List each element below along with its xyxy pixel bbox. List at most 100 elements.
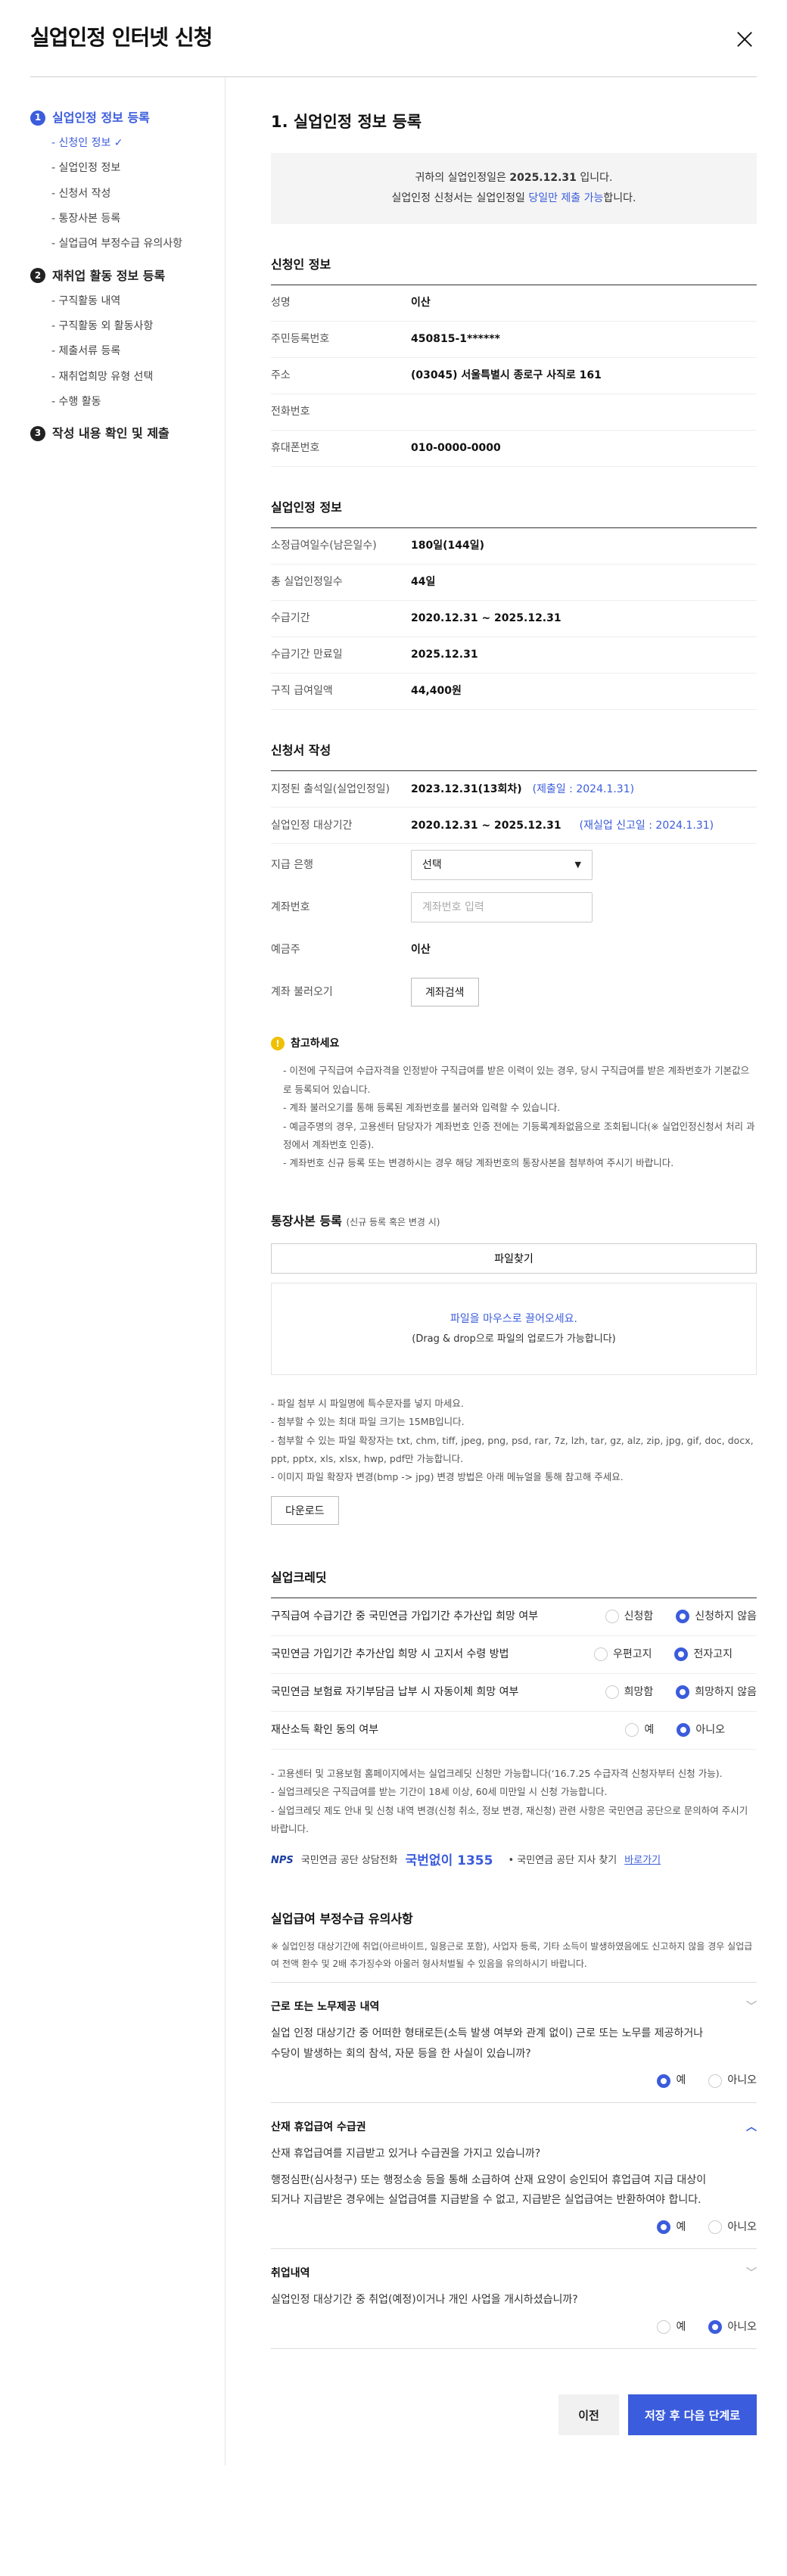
nps-contact: NPS 국민연금 공단 상담전화 국번없이 1355 • 국민연금 공단 지사 … (271, 1852, 757, 1871)
step-label: 작성 내용 확인 및 제출 (52, 426, 170, 441)
radio-option[interactable]: 우편고지 (593, 1647, 652, 1662)
prev-button[interactable]: 이전 (558, 2394, 619, 2436)
accordion-header[interactable]: 취업내역 ﹀ (271, 2266, 757, 2281)
value-submit-date: (제출일 : 2024.1.31) (532, 782, 635, 795)
notice-text: 실업인정 신청서는 실업인정일 (391, 192, 529, 205)
notice-box: 귀하의 실업인정일은 2025.12.31 입니다. 실업인정 신청서는 실업인… (271, 153, 757, 224)
radio-option[interactable]: 아니오 (677, 1722, 725, 1738)
radio-label: 아니오 (695, 1724, 725, 1737)
bankbook-subtitle: (신규 등록 혹은 변경 시) (346, 1216, 440, 1227)
account-number-input[interactable] (411, 892, 593, 923)
radio-option[interactable]: 희망함 (605, 1685, 654, 1700)
chevron-down-icon: ﹀ (746, 2267, 757, 2280)
file-find-button[interactable]: 파일찾기 (271, 1243, 757, 1274)
reference-text: 예금주명의 경우, 고용센터 담당자가 계좌번호 인증 전에는 기등록계좌없음으… (283, 1120, 755, 1150)
step-2[interactable]: 2 재취업 활동 정보 등록 (30, 267, 225, 285)
chevron-down-icon: ▼ (574, 860, 581, 870)
sub-step-job-search[interactable]: - 구직활동 내역 (51, 294, 225, 309)
notice-text: 입니다. (576, 172, 613, 185)
radio-label: 희망함 (624, 1686, 654, 1699)
accordion-employment: 취업내역 ﹀ 실업인정 대상기간 중 취업(예정)이거나 개인 사업을 개시하셨습… (271, 2249, 757, 2350)
chevron-up-icon: ︿ (746, 2120, 757, 2133)
sub-step-recognition[interactable]: - 실업인정 정보 (51, 160, 225, 176)
value-attendance-date: 2023.12.31 (411, 782, 478, 795)
credit-question: 국민연금 보험료 자기부담금 납부 시 자동이체 희망 여부 (271, 1686, 519, 1699)
sub-step-bankbook[interactable]: - 통장사본 등록 (51, 211, 225, 226)
radio-on-icon (676, 1610, 690, 1624)
step-1[interactable]: 1 실업인정 정보 등록 (30, 109, 225, 126)
file-note: - 이미지 파일 확장자 변경(bmp -> jpg) 변경 방법은 아래 메뉴… (271, 1471, 624, 1483)
radio-option[interactable]: 신청하지 않음 (676, 1609, 757, 1624)
nps-label: 국민연금 공단 상담전화 (300, 1855, 398, 1867)
accordion-header[interactable]: 근로 또는 노무제공 내역 ﹀ (271, 1999, 757, 2014)
credit-row: 국민연금 가입기간 추가산입 희망 시 고지서 수령 방법 우편고지 전자고지 (271, 1636, 757, 1674)
sub-step-fraud[interactable]: - 실업급여 부정수급 유의사항 (51, 236, 225, 251)
accordion-work: 근로 또는 노무제공 내역 ﹀ 실업 인정 대상기간 중 어떠한 형태로든(소득 … (271, 1983, 757, 2103)
label-phone: 전화번호 (271, 406, 310, 418)
save-next-button[interactable]: 저장 후 다음 단계로 (628, 2394, 757, 2436)
radio-option[interactable]: 아니오 (708, 2319, 757, 2335)
reference-item: - 계좌번호 신규 등록 또는 변경하시는 경우 해당 계좌번호의 통장사본을 … (283, 1157, 674, 1169)
close-icon[interactable]: × (733, 24, 757, 53)
radio-label: 예 (676, 2074, 686, 2087)
label-bank: 지급 은행 (271, 859, 313, 872)
radio-option[interactable]: 예 (657, 2319, 686, 2335)
file-note: - 첨부할 수 있는 파일 확장자는 txt, chm, tiff, jpeg,… (271, 1434, 754, 1465)
question-text: 되거나 지급받은 경우에는 실업급여를 지급받을 수 없고, 지급받은 실업급여… (271, 2194, 701, 2207)
radio-option[interactable]: 전자고지 (674, 1647, 733, 1662)
radio-option[interactable]: 예 (657, 2220, 686, 2235)
reference-item: - 계좌 불러오기를 통해 등록된 계좌번호를 불러와 입력할 수 있습니다. (283, 1102, 561, 1114)
radio-on-icon (657, 2220, 671, 2234)
credit-row: 국민연금 보험료 자기부담금 납부 시 자동이체 희망 여부 희망함 희망하지 않음 (271, 1674, 757, 1712)
sub-step-applicant[interactable]: - 신청인 정보 ✓ (51, 135, 225, 151)
chevron-down-icon: ﹀ (746, 2000, 757, 2013)
label-holder: 예금주 (271, 944, 300, 957)
reference-text: 이전에 구직급여 수급자격을 인정받아 구직급여를 받은 이력이 있는 경우, … (283, 1065, 750, 1095)
label-attendance-date: 지정된 출석일(실업인정일) (271, 782, 390, 795)
sub-step-type[interactable]: - 재취업희망 유형 선택 (51, 369, 225, 384)
radio-label: 신청하지 않음 (695, 1610, 757, 1623)
step-sidebar: 1 실업인정 정보 등록 - 신청인 정보 ✓ - 실업인정 정보 - 신청서 작… (30, 77, 226, 2466)
sub-step-other-activity[interactable]: - 구직활동 외 활동사항 (51, 319, 225, 334)
nps-branch-link[interactable]: 바로가기 (624, 1854, 661, 1868)
label-account: 계좌번호 (271, 901, 310, 914)
section-title-bankbook: 통장사본 등록 (신규 등록 혹은 변경 시) (271, 1212, 757, 1230)
step-3[interactable]: 3 작성 내용 확인 및 제출 (30, 425, 225, 442)
radio-off-icon (593, 1647, 608, 1662)
value-target-period: 2020.12.31 ~ 2025.12.31 (411, 819, 561, 832)
manual-download-button[interactable]: 다운로드 (271, 1495, 339, 1525)
credit-note: - 실업크레딧 제도 안내 및 신청 내역 변경(신청 취소, 정보 변경, 재… (271, 1804, 748, 1835)
recognition-date: 2025.12.31 (509, 172, 577, 185)
radio-option[interactable]: 아니오 (708, 2220, 757, 2235)
reference-text: 계좌번호 신규 등록 또는 변경하시는 경우 해당 계좌번호의 통장사본을 첨부… (289, 1157, 674, 1169)
label-mobile: 휴대폰번호 (271, 442, 320, 455)
radio-on-icon (708, 2320, 723, 2335)
radio-option[interactable]: 신청함 (605, 1609, 653, 1624)
radio-label: 예 (644, 1724, 655, 1737)
reference-box: ! 참고하세요 - 이전에 구직급여 수급자격을 인정받아 구직급여를 받은 이력… (271, 1036, 757, 1173)
account-search-button[interactable]: 계좌검색 (411, 978, 479, 1007)
accordion-title: 근로 또는 노무제공 내역 (271, 2000, 380, 2013)
label-period: 수급기간 (271, 612, 310, 625)
sub-step-documents[interactable]: - 제출서류 등록 (51, 344, 225, 359)
radio-option[interactable]: 희망하지 않음 (676, 1685, 757, 1700)
radio-option[interactable]: 예 (625, 1722, 654, 1738)
bank-select[interactable]: 선택 ▼ (411, 850, 593, 881)
sub-step-activity[interactable]: - 수행 활동 (51, 394, 225, 409)
label-expiry: 수급기간 만료일 (271, 649, 343, 661)
radio-on-icon (677, 1723, 691, 1738)
accordion-header[interactable]: 산재 휴업급여 수급권 ︿ (271, 2120, 757, 2135)
radio-off-icon (708, 2074, 723, 2088)
radio-option[interactable]: 예 (657, 2073, 686, 2088)
file-drop-zone[interactable]: 파일을 마우스로 끌어오세요. (Drag & drop으로 파일의 업로드가 … (271, 1282, 757, 1375)
credit-row: 구직급여 수급기간 중 국민연금 가입기간 추가산입 희망 여부 신청함 신청하지 … (271, 1598, 757, 1636)
value-expiry: 2025.12.31 (411, 649, 478, 661)
radio-off-icon (605, 1685, 619, 1700)
radio-label: 예 (676, 2320, 686, 2333)
sub-step-form[interactable]: - 신청서 작성 (51, 186, 225, 201)
footer-buttons: 이전 저장 후 다음 단계로 (271, 2394, 757, 2436)
label-load-account: 계좌 불러오기 (271, 986, 333, 999)
radio-option[interactable]: 아니오 (708, 2073, 757, 2088)
radio-off-icon (708, 2220, 723, 2234)
warning-icon: ! (271, 1037, 285, 1051)
